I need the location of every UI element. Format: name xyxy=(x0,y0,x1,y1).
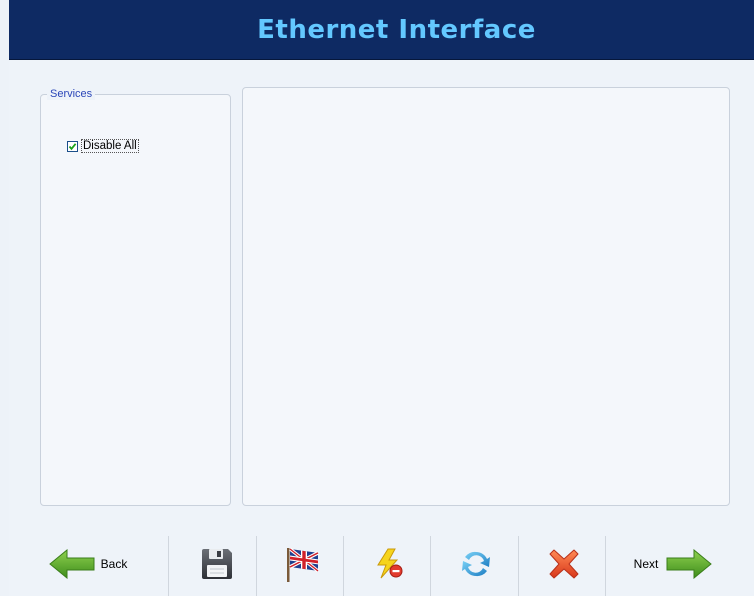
page-title: Ethernet Interface xyxy=(257,14,536,45)
language-button[interactable] xyxy=(261,532,345,596)
refresh-button[interactable] xyxy=(435,532,517,596)
next-arrow-icon xyxy=(666,549,713,579)
next-button[interactable]: Next xyxy=(621,532,725,596)
back-button[interactable]: Back xyxy=(47,532,129,596)
cancel-button[interactable] xyxy=(523,532,605,596)
toolbar-separator xyxy=(430,536,431,596)
bottom-toolbar: Back Next xyxy=(9,532,754,596)
services-legend: Services xyxy=(47,88,96,100)
save-icon xyxy=(202,549,232,579)
title-bar: Ethernet Interface xyxy=(9,0,754,60)
cancel-icon xyxy=(549,549,579,579)
language-flag-icon xyxy=(287,547,319,582)
toolbar-separator xyxy=(518,536,519,596)
toolbar-separator xyxy=(256,536,257,596)
toolbar-separator xyxy=(605,536,606,596)
disable-all-checkbox-row[interactable]: Disable All xyxy=(67,139,139,153)
disable-all-label: Disable All xyxy=(81,139,139,153)
services-groupbox xyxy=(40,94,231,506)
toolbar-separator xyxy=(343,536,344,596)
alert-button[interactable] xyxy=(349,532,431,596)
checkmark-icon xyxy=(68,142,77,150)
alert-icon xyxy=(377,548,403,579)
back-label: Back xyxy=(100,557,128,571)
service-details-panel xyxy=(242,87,730,506)
disable-all-checkbox[interactable] xyxy=(67,140,78,152)
back-arrow-icon xyxy=(48,549,95,579)
save-button[interactable] xyxy=(179,532,255,596)
next-label: Next xyxy=(633,557,659,571)
refresh-icon xyxy=(462,551,490,577)
toolbar-separator xyxy=(168,536,169,596)
